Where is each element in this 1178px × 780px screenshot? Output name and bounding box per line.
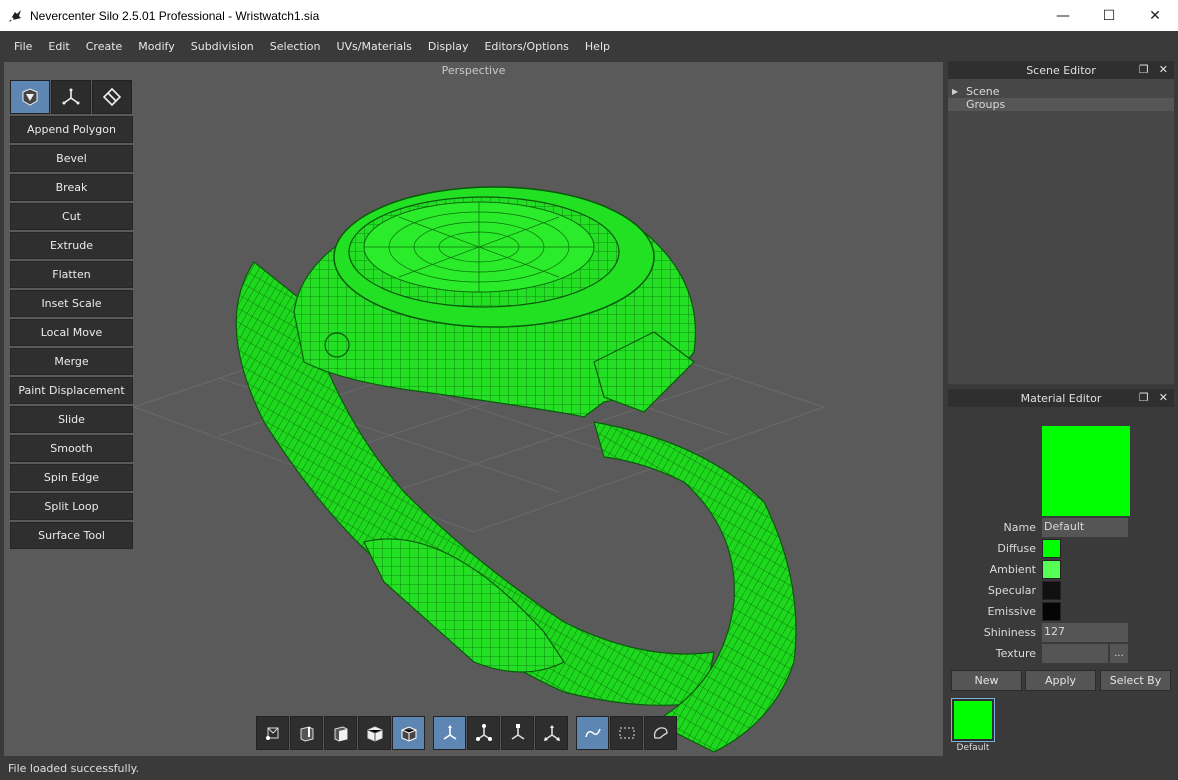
object-select-icon[interactable] xyxy=(358,716,391,750)
material-thumbnail-label: Default xyxy=(956,743,990,753)
tool-spin-edge[interactable]: Spin Edge xyxy=(10,464,133,491)
ambient-color-swatch[interactable] xyxy=(1042,560,1061,579)
tree-item-scene[interactable]: ▶ Scene xyxy=(948,85,1174,98)
poly-mode-icon[interactable] xyxy=(10,80,50,114)
vertex-select-icon[interactable] xyxy=(256,716,289,750)
tool-bevel[interactable]: Bevel xyxy=(10,145,133,172)
lasso-select-icon[interactable] xyxy=(576,716,609,750)
universal-manipulator-icon[interactable] xyxy=(535,716,568,750)
menu-edit[interactable]: Edit xyxy=(40,40,77,53)
new-material-button[interactable]: New xyxy=(951,670,1022,691)
rotate-manipulator-icon[interactable] xyxy=(467,716,500,750)
selection-toolbar xyxy=(256,716,677,750)
diffuse-row: Diffuse xyxy=(948,539,1174,558)
material-name-field[interactable]: Default xyxy=(1042,518,1128,537)
menu-bar: File Edit Create Modify Subdivision Sele… xyxy=(0,31,1178,61)
edge-select-icon[interactable] xyxy=(290,716,323,750)
tool-surface-tool[interactable]: Surface Tool xyxy=(10,522,133,549)
window-title: Nevercenter Silo 2.5.01 Professional - W… xyxy=(30,8,320,23)
close-panel-icon[interactable]: ✕ xyxy=(1159,63,1168,76)
tool-flatten[interactable]: Flatten xyxy=(10,261,133,288)
tool-extrude[interactable]: Extrude xyxy=(10,232,133,259)
status-bar: File loaded successfully. xyxy=(0,759,1178,780)
uv-mode-icon[interactable] xyxy=(92,80,132,114)
tool-panel: Append Polygon Bevel Break Cut Extrude F… xyxy=(10,80,134,551)
tree-item-groups[interactable]: Groups xyxy=(948,98,1174,111)
shininess-row: Shininess 127 xyxy=(948,623,1174,642)
material-preview xyxy=(1042,426,1130,516)
face-select-icon[interactable] xyxy=(324,716,357,750)
menu-subdivision[interactable]: Subdivision xyxy=(183,40,262,53)
ambient-row: Ambient xyxy=(948,560,1174,579)
diffuse-color-swatch[interactable] xyxy=(1042,539,1061,558)
material-editor-panel: Material Editor ❐ ✕ Name Default Diffuse… xyxy=(948,389,1174,757)
select-by-material-button[interactable]: Select By xyxy=(1100,670,1171,691)
scene-editor-title: Scene Editor xyxy=(1026,63,1096,77)
texture-browse-button[interactable]: ... xyxy=(1110,644,1128,663)
maximize-button[interactable]: ☐ xyxy=(1086,0,1132,31)
specular-row: Specular xyxy=(948,581,1174,600)
close-panel-icon[interactable]: ✕ xyxy=(1159,391,1168,404)
material-name-row: Name Default xyxy=(948,518,1174,537)
silo-app-icon xyxy=(0,0,30,31)
title-bar: Nevercenter Silo 2.5.01 Professional - W… xyxy=(0,0,1178,31)
float-panel-icon[interactable]: ❐ xyxy=(1139,391,1149,404)
menu-selection[interactable]: Selection xyxy=(262,40,329,53)
menu-create[interactable]: Create xyxy=(78,40,131,53)
texture-row: Texture ... xyxy=(948,644,1174,663)
scene-editor-panel: Scene Editor ❐ ✕ ▶ Scene Groups xyxy=(948,61,1174,384)
menu-modify[interactable]: Modify xyxy=(130,40,182,53)
transform-mode-icon[interactable] xyxy=(51,80,91,114)
watch-model-render[interactable] xyxy=(4,62,943,756)
menu-file[interactable]: File xyxy=(6,40,40,53)
texture-field[interactable] xyxy=(1042,644,1108,663)
material-thumbnail[interactable] xyxy=(951,698,995,742)
shininess-field[interactable]: 127 xyxy=(1042,623,1128,642)
apply-material-button[interactable]: Apply xyxy=(1025,670,1096,691)
emissive-row: Emissive xyxy=(948,602,1174,621)
tool-inset-scale[interactable]: Inset Scale xyxy=(10,290,133,317)
minimize-button[interactable]: — xyxy=(1040,0,1086,31)
tool-cut[interactable]: Cut xyxy=(10,203,133,230)
perspective-viewport[interactable]: Perspective xyxy=(4,62,943,756)
viewport-title: Perspective xyxy=(441,64,506,77)
float-panel-icon[interactable]: ❐ xyxy=(1139,63,1149,76)
close-button[interactable]: ✕ xyxy=(1132,0,1178,31)
tool-smooth[interactable]: Smooth xyxy=(10,435,133,462)
specular-color-swatch[interactable] xyxy=(1042,581,1061,600)
tool-merge[interactable]: Merge xyxy=(10,348,133,375)
menu-editors-options[interactable]: Editors/Options xyxy=(476,40,576,53)
tool-split-loop[interactable]: Split Loop xyxy=(10,493,133,520)
tool-local-move[interactable]: Local Move xyxy=(10,319,133,346)
material-editor-title: Material Editor xyxy=(1020,391,1102,405)
freeform-select-icon[interactable] xyxy=(644,716,677,750)
rect-select-icon[interactable] xyxy=(610,716,643,750)
tool-append-polygon[interactable]: Append Polygon xyxy=(10,116,133,143)
scale-manipulator-icon[interactable] xyxy=(501,716,534,750)
menu-display[interactable]: Display xyxy=(420,40,477,53)
tool-paint-displacement[interactable]: Paint Displacement xyxy=(10,377,133,404)
tool-slide[interactable]: Slide xyxy=(10,406,133,433)
emissive-color-swatch[interactable] xyxy=(1042,602,1061,621)
move-manipulator-icon[interactable] xyxy=(433,716,466,750)
tool-break[interactable]: Break xyxy=(10,174,133,201)
object-mode-icon[interactable] xyxy=(392,716,425,750)
expand-arrow-icon[interactable]: ▶ xyxy=(952,87,966,96)
menu-help[interactable]: Help xyxy=(577,40,618,53)
menu-uvs-materials[interactable]: UVs/Materials xyxy=(328,40,419,53)
